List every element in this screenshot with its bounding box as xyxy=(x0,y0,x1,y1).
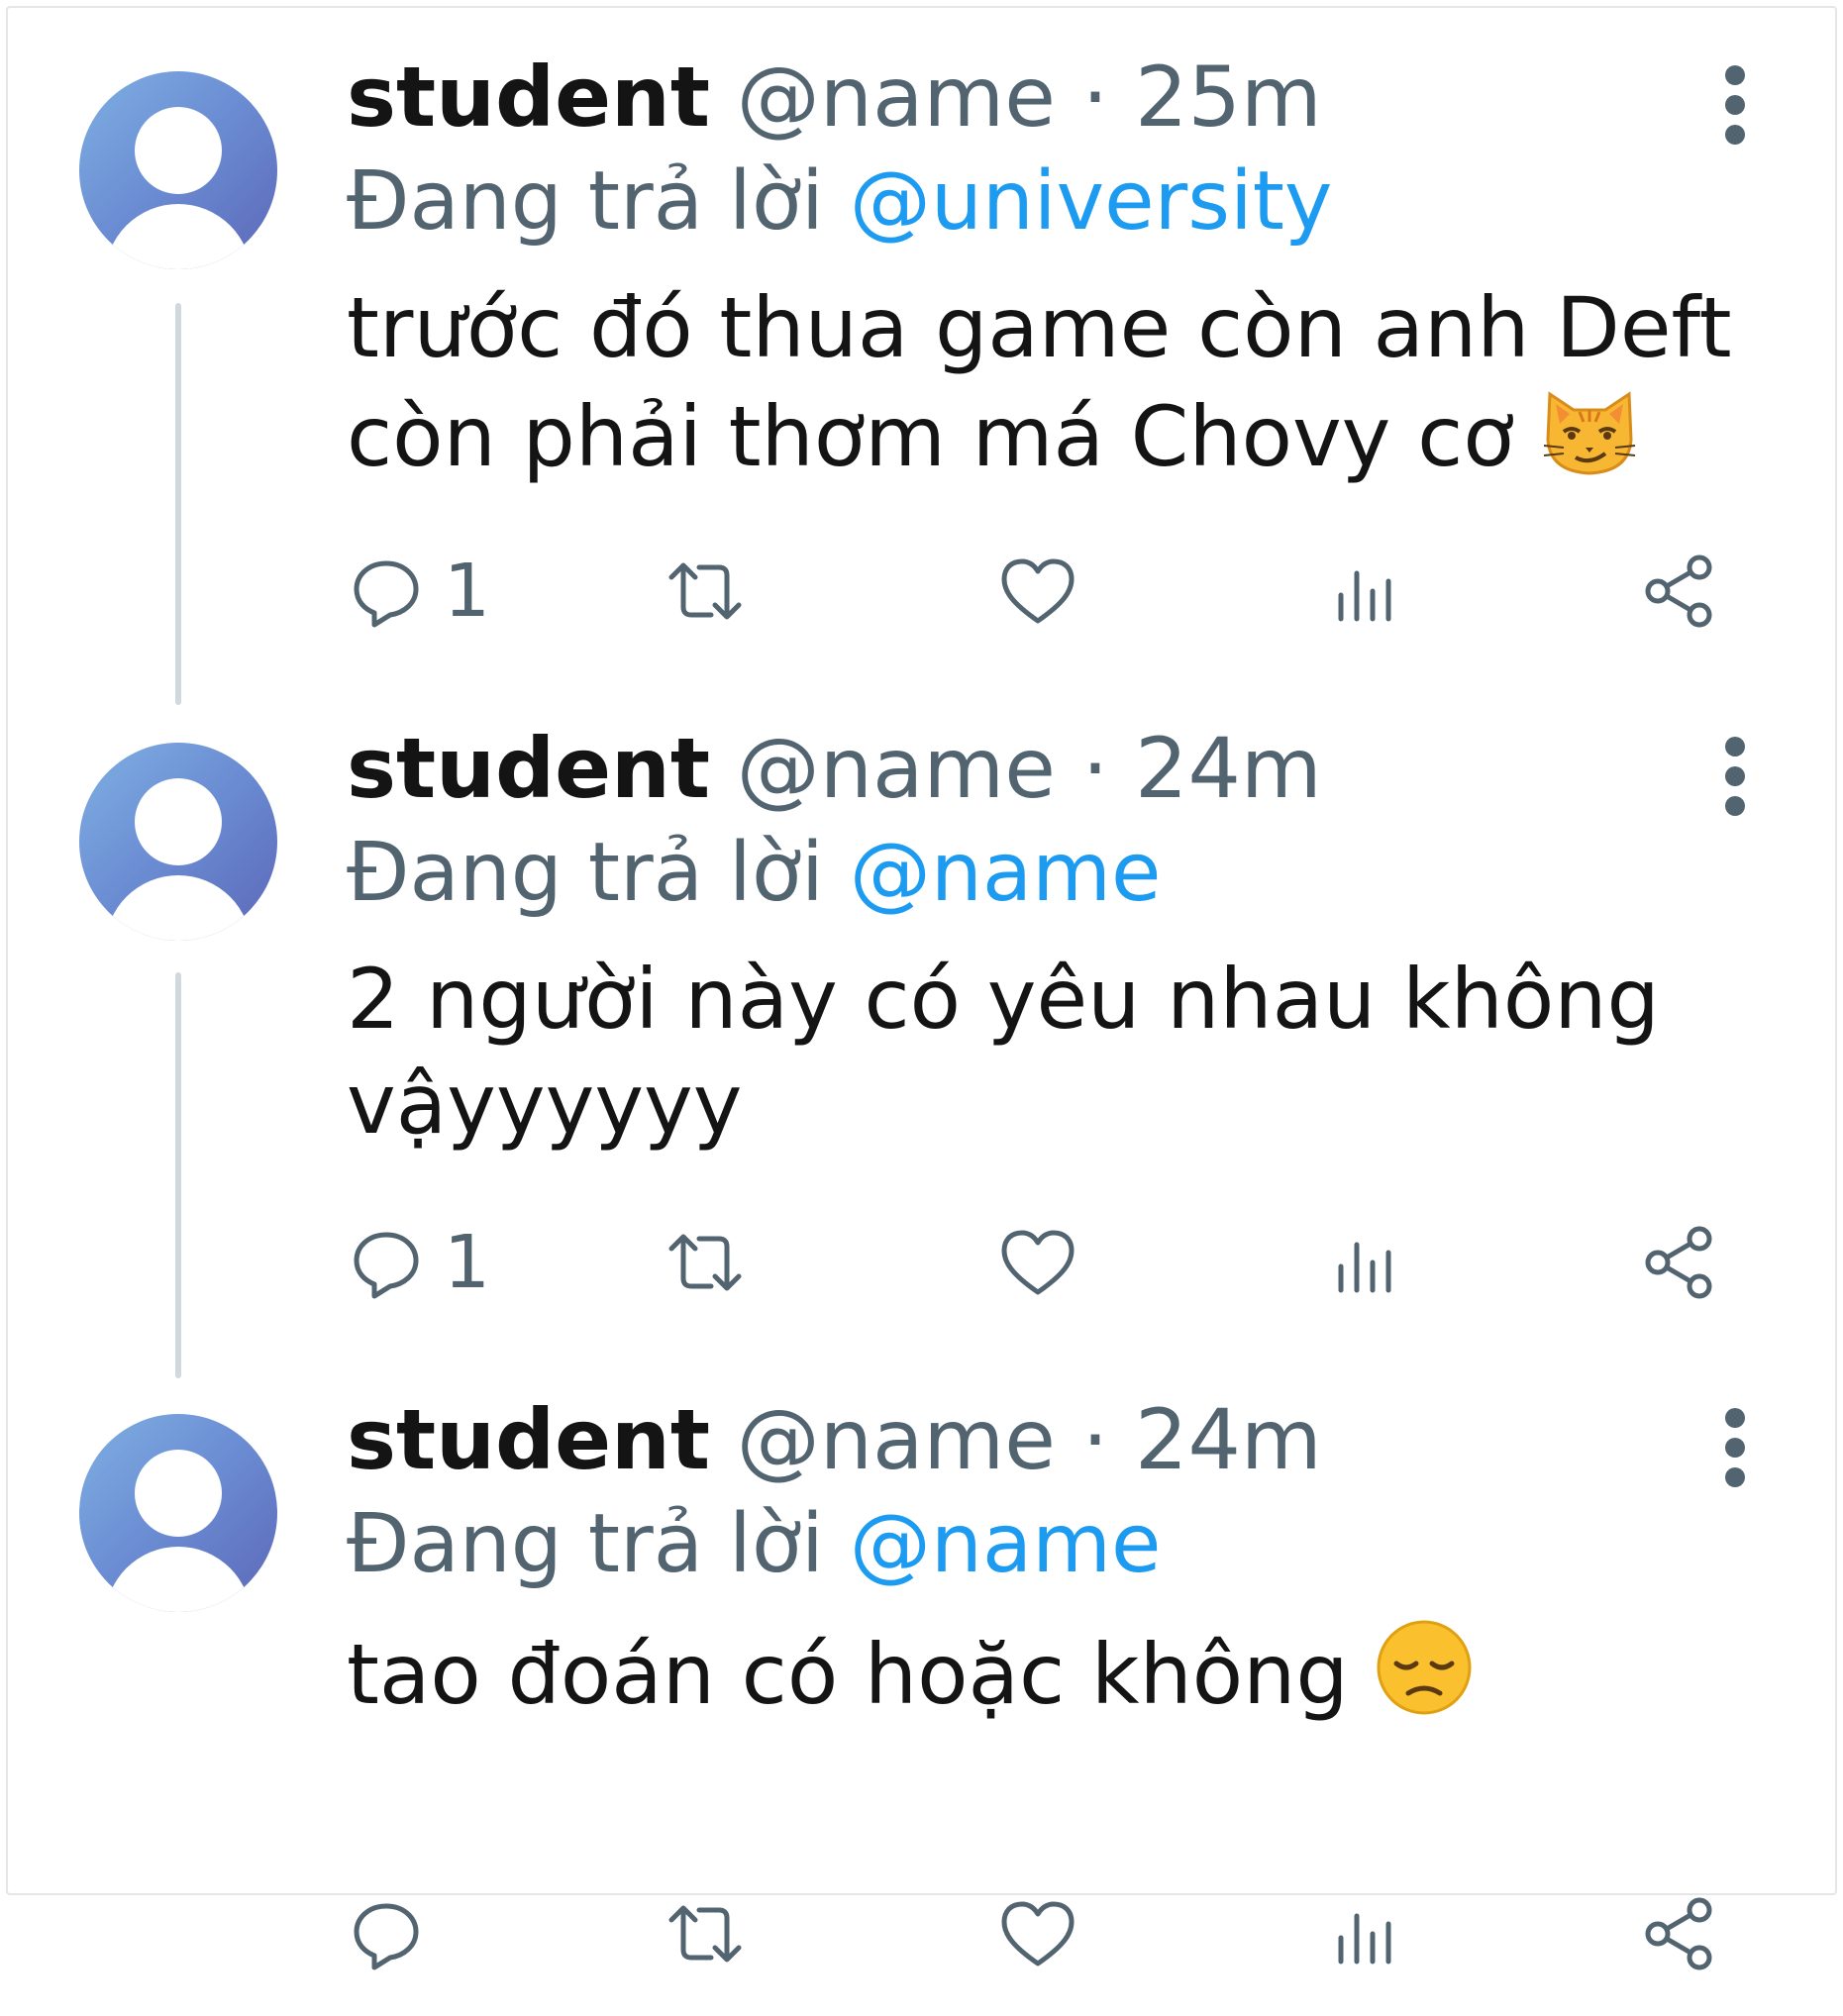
handle[interactable]: @name xyxy=(737,1391,1056,1488)
like-button[interactable] xyxy=(998,1889,1077,1978)
tweet-text: tao đoán có hoặc không xyxy=(347,1618,1733,1727)
views-button[interactable] xyxy=(1327,547,1406,636)
views-icon xyxy=(1338,1913,1391,1965)
more-icon[interactable] xyxy=(1715,1398,1755,1497)
share-icon xyxy=(1645,1226,1712,1299)
username[interactable]: student xyxy=(347,49,710,146)
avatar-shoulders xyxy=(105,875,252,941)
tweet-header: student @name · 24m xyxy=(347,719,1322,818)
reply-icon xyxy=(354,560,419,628)
views-icon xyxy=(1338,570,1391,622)
like-button[interactable] xyxy=(998,547,1077,636)
share-icon xyxy=(1645,554,1712,628)
retweet-button[interactable] xyxy=(666,1218,745,1307)
retweet-button[interactable] xyxy=(666,1889,745,1978)
like-icon xyxy=(1001,1901,1075,1966)
avatar-shoulders xyxy=(105,1547,252,1612)
separator: · xyxy=(1055,1391,1136,1488)
tweet-actions: 1 xyxy=(347,1218,1733,1307)
more-icon[interactable] xyxy=(1715,727,1755,826)
reply-icon xyxy=(354,1232,419,1299)
replying-to: Đang trả lời @university xyxy=(347,151,1332,253)
tweet-text-line: 2 người này có yêu nhau không xyxy=(347,951,1660,1048)
tweet-text-line: trước đó thua game còn anh Deft xyxy=(347,279,1732,376)
timestamp[interactable]: 25m xyxy=(1135,49,1322,146)
reply-icon xyxy=(354,1903,419,1970)
handle[interactable]: @name xyxy=(737,720,1056,817)
mention-link[interactable]: @name xyxy=(850,826,1162,920)
replying-to: Đang trả lời @name xyxy=(347,822,1161,925)
retweet-icon xyxy=(668,1234,742,1291)
tweet-text-line: vậyyyyyy xyxy=(347,1056,743,1153)
tweet-text-line: tao đoán có hoặc không xyxy=(347,1626,1349,1723)
reply-count: 1 xyxy=(444,549,491,634)
separator: · xyxy=(1055,720,1136,817)
retweet-icon xyxy=(668,1905,742,1963)
timestamp[interactable]: 24m xyxy=(1135,1391,1322,1488)
reply-button[interactable]: 1 xyxy=(347,1218,490,1307)
avatar[interactable] xyxy=(79,71,277,269)
share-button[interactable] xyxy=(1640,1889,1719,1978)
tweet[interactable]: student @name · 25m Đang trả lời @univer… xyxy=(0,0,1843,705)
username[interactable]: student xyxy=(347,1391,710,1488)
username[interactable]: student xyxy=(347,720,710,817)
like-button[interactable] xyxy=(998,1218,1077,1307)
views-icon xyxy=(1338,1242,1391,1293)
tweet-header: student @name · 25m xyxy=(347,48,1322,147)
avatar-head xyxy=(135,1450,222,1537)
avatar[interactable] xyxy=(79,743,277,941)
smirking-cat-emoji xyxy=(1544,391,1636,475)
views-button[interactable] xyxy=(1327,1218,1406,1307)
thread-line xyxy=(175,303,181,705)
timestamp[interactable]: 24m xyxy=(1135,720,1322,817)
replying-prefix: Đang trả lời xyxy=(347,1497,850,1591)
retweet-icon xyxy=(668,562,742,620)
retweet-button[interactable] xyxy=(666,547,745,636)
share-button[interactable] xyxy=(1640,1218,1719,1307)
views-button[interactable] xyxy=(1327,1889,1406,1978)
share-icon xyxy=(1645,1897,1712,1970)
tweet-text-line: còn phải thơm má Chovy cơ xyxy=(347,388,1514,485)
share-button[interactable] xyxy=(1640,547,1719,636)
tweet[interactable]: student @name · 24m Đang trả lời @name 2… xyxy=(0,671,1843,1378)
separator: · xyxy=(1055,49,1136,146)
mention-link[interactable]: @name xyxy=(850,1497,1162,1591)
reply-button[interactable] xyxy=(347,1889,444,1978)
avatar-shoulders xyxy=(105,204,252,269)
like-icon xyxy=(1001,1230,1075,1295)
avatar-head xyxy=(135,107,222,194)
handle[interactable]: @name xyxy=(737,49,1056,146)
reply-button[interactable]: 1 xyxy=(347,547,490,636)
tweet-text: trước đó thua game còn anh Deft còn phải… xyxy=(347,275,1733,489)
thread-line xyxy=(175,972,181,1378)
avatar[interactable] xyxy=(79,1414,277,1612)
replying-to: Đang trả lời @name xyxy=(347,1493,1161,1596)
replying-prefix: Đang trả lời xyxy=(347,826,850,920)
mention-link[interactable]: @university xyxy=(850,154,1333,249)
replying-prefix: Đang trả lời xyxy=(347,154,850,249)
tweet-text: 2 người này có yêu nhau không vậyyyyyy xyxy=(347,947,1733,1157)
avatar-head xyxy=(135,778,222,865)
more-icon[interactable] xyxy=(1715,55,1755,154)
disappointed-face-emoji xyxy=(1377,1620,1472,1715)
tweet-actions: 1 xyxy=(347,547,1733,636)
tweet-header: student @name · 24m xyxy=(347,1390,1322,1489)
tweet[interactable]: student @name · 24m Đang trả lời @name t… xyxy=(0,1343,1843,2016)
tweet-actions xyxy=(347,1889,1733,1978)
like-icon xyxy=(1001,558,1075,624)
reply-count: 1 xyxy=(444,1220,491,1305)
